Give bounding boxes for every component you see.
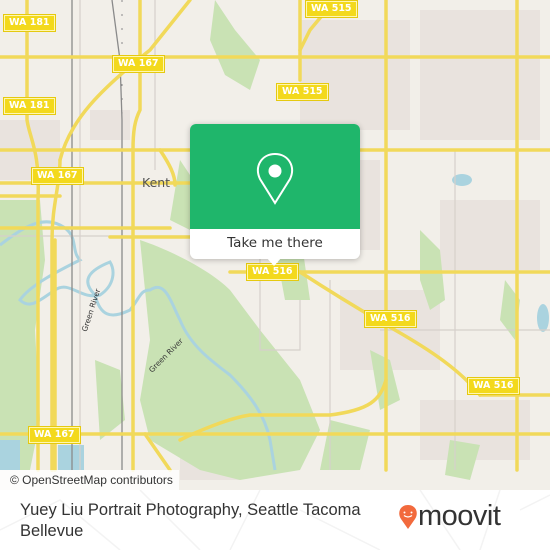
road-label-wa181: WA 181 [3, 14, 56, 32]
road-label-wa516: WA 516 [246, 263, 299, 281]
footer: Yuey Liu Portrait Photography, Seattle T… [0, 490, 550, 550]
place-label-kent: Kent [142, 175, 171, 190]
moovit-wordmark: moovit [418, 500, 501, 532]
moovit-pin-icon [399, 505, 417, 529]
road-label-wa167: WA 167 [31, 167, 84, 185]
map[interactable]: WA 181 WA 181 WA 167 WA 167 WA 167 WA 51… [0, 0, 550, 490]
road-label-wa167: WA 167 [28, 426, 81, 444]
road-label-wa516: WA 516 [467, 377, 520, 395]
map-pin-icon [256, 152, 294, 205]
take-me-there-button[interactable]: Take me there [190, 229, 360, 259]
road-label-wa516: WA 516 [364, 310, 417, 328]
place-title: Yuey Liu Portrait Photography, Seattle T… [20, 501, 361, 540]
location-popup: Take me there [190, 124, 360, 266]
popup-pointer [266, 257, 282, 266]
popup-header [190, 124, 360, 229]
road-label-wa181: WA 181 [3, 97, 56, 115]
map-attribution[interactable]: © OpenStreetMap contributors [0, 470, 179, 490]
road-label-wa167: WA 167 [112, 55, 165, 73]
road-label-wa515: WA 515 [276, 83, 329, 101]
road-label-wa515: WA 515 [305, 0, 358, 18]
